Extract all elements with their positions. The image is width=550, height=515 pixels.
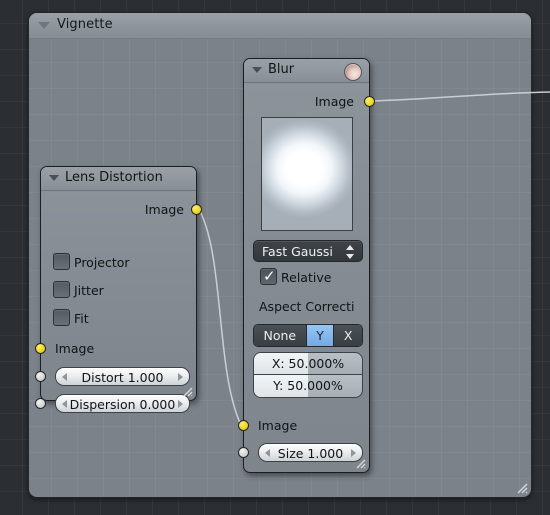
triangle-down-icon[interactable] xyxy=(49,175,59,181)
up-down-arrows-icon xyxy=(346,245,355,259)
node-blur[interactable]: Blur Image Fast Gaussi ✓ Relative Aspect… xyxy=(238,58,375,473)
frame-title: Vignette xyxy=(57,17,113,32)
node-blur-output-image-socket[interactable] xyxy=(364,96,375,107)
lens-distort-field[interactable]: Distort 1.000 xyxy=(55,367,190,386)
lens-projector-checkbox[interactable] xyxy=(53,253,70,270)
lens-distort-value: Distort 1.000 xyxy=(81,370,164,385)
node-lens-resize-grip[interactable] xyxy=(182,386,193,397)
right-arrow-icon[interactable] xyxy=(178,400,183,408)
node-lens-distortion-title: Lens Distortion xyxy=(65,170,163,185)
blur-size-field[interactable]: Size 1.000 xyxy=(258,443,363,462)
right-arrow-icon[interactable] xyxy=(351,449,356,457)
node-lens-distortion-body: Image Projector Jitter Fit Image Distort… xyxy=(35,191,202,413)
preview-image-icon[interactable] xyxy=(344,63,362,81)
node-lens-input-image-label: Image xyxy=(55,341,95,356)
node-blur-input-size-socket[interactable] xyxy=(238,447,249,458)
node-lens-input-dispersion-socket[interactable] xyxy=(35,398,46,409)
aspect-option-x[interactable]: X xyxy=(334,325,362,346)
frame-header[interactable]: Vignette xyxy=(29,13,531,39)
right-arrow-icon[interactable] xyxy=(178,373,183,381)
lens-dispersion-value: Dispersion 0.000 xyxy=(69,397,176,412)
blur-aspect-correction-label: Aspect Correcti xyxy=(259,299,355,314)
node-blur-body: Image Fast Gaussi ✓ Relative Aspect Corr… xyxy=(238,83,375,472)
triangle-down-icon[interactable] xyxy=(38,22,50,29)
aspect-option-y[interactable]: Y xyxy=(306,325,335,346)
blur-size-x-value: X: 50.000% xyxy=(271,356,345,371)
check-icon: ✓ xyxy=(263,267,276,285)
blur-filter-type-dropdown[interactable]: Fast Gaussi xyxy=(253,240,363,262)
node-blur-header[interactable]: Blur xyxy=(244,59,369,83)
resize-grip-icon[interactable] xyxy=(515,481,528,494)
blur-size-y-slider[interactable]: Y: 50.000% xyxy=(253,375,363,398)
node-editor-canvas[interactable]: Vignette Blur Image Fast Gaussi ✓ Relati… xyxy=(0,0,550,515)
blur-size-x-slider[interactable]: X: 50.000% xyxy=(253,352,363,375)
blur-aspect-correction-toggle[interactable]: None Y X xyxy=(253,324,363,347)
triangle-down-icon[interactable] xyxy=(252,67,262,73)
lens-dispersion-field[interactable]: Dispersion 0.000 xyxy=(55,394,190,413)
lens-projector-label: Projector xyxy=(74,255,130,270)
lens-jitter-label: Jitter xyxy=(74,283,104,298)
blur-filter-type-value: Fast Gaussi xyxy=(262,244,333,259)
blur-relative-checkbox[interactable]: ✓ xyxy=(260,268,277,285)
node-lens-output-image-socket[interactable] xyxy=(191,204,202,215)
node-lens-distortion[interactable]: Lens Distortion Image Projector Jitter F… xyxy=(35,166,202,413)
node-blur-title: Blur xyxy=(268,62,295,77)
blur-relative-label: Relative xyxy=(281,270,332,285)
node-lens-input-distort-socket[interactable] xyxy=(35,371,46,382)
lens-fit-checkbox[interactable] xyxy=(53,309,70,326)
blur-size-y-value: Y: 50.000% xyxy=(273,378,343,393)
node-lens-output-image-label: Image xyxy=(144,202,184,217)
node-blur-input-image-socket[interactable] xyxy=(238,420,249,431)
blur-preview-thumbnail[interactable] xyxy=(261,117,353,231)
blur-size-value: Size 1.000 xyxy=(277,446,344,461)
lens-fit-label: Fit xyxy=(74,311,89,326)
node-lens-input-image-socket[interactable] xyxy=(35,343,46,354)
lens-jitter-checkbox[interactable] xyxy=(53,281,70,298)
node-blur-input-image-label: Image xyxy=(258,418,298,433)
node-lens-distortion-header[interactable]: Lens Distortion xyxy=(41,167,196,191)
aspect-option-none[interactable]: None xyxy=(254,325,307,346)
node-blur-output-image-label: Image xyxy=(314,94,354,109)
node-blur-resize-grip[interactable] xyxy=(355,458,366,469)
